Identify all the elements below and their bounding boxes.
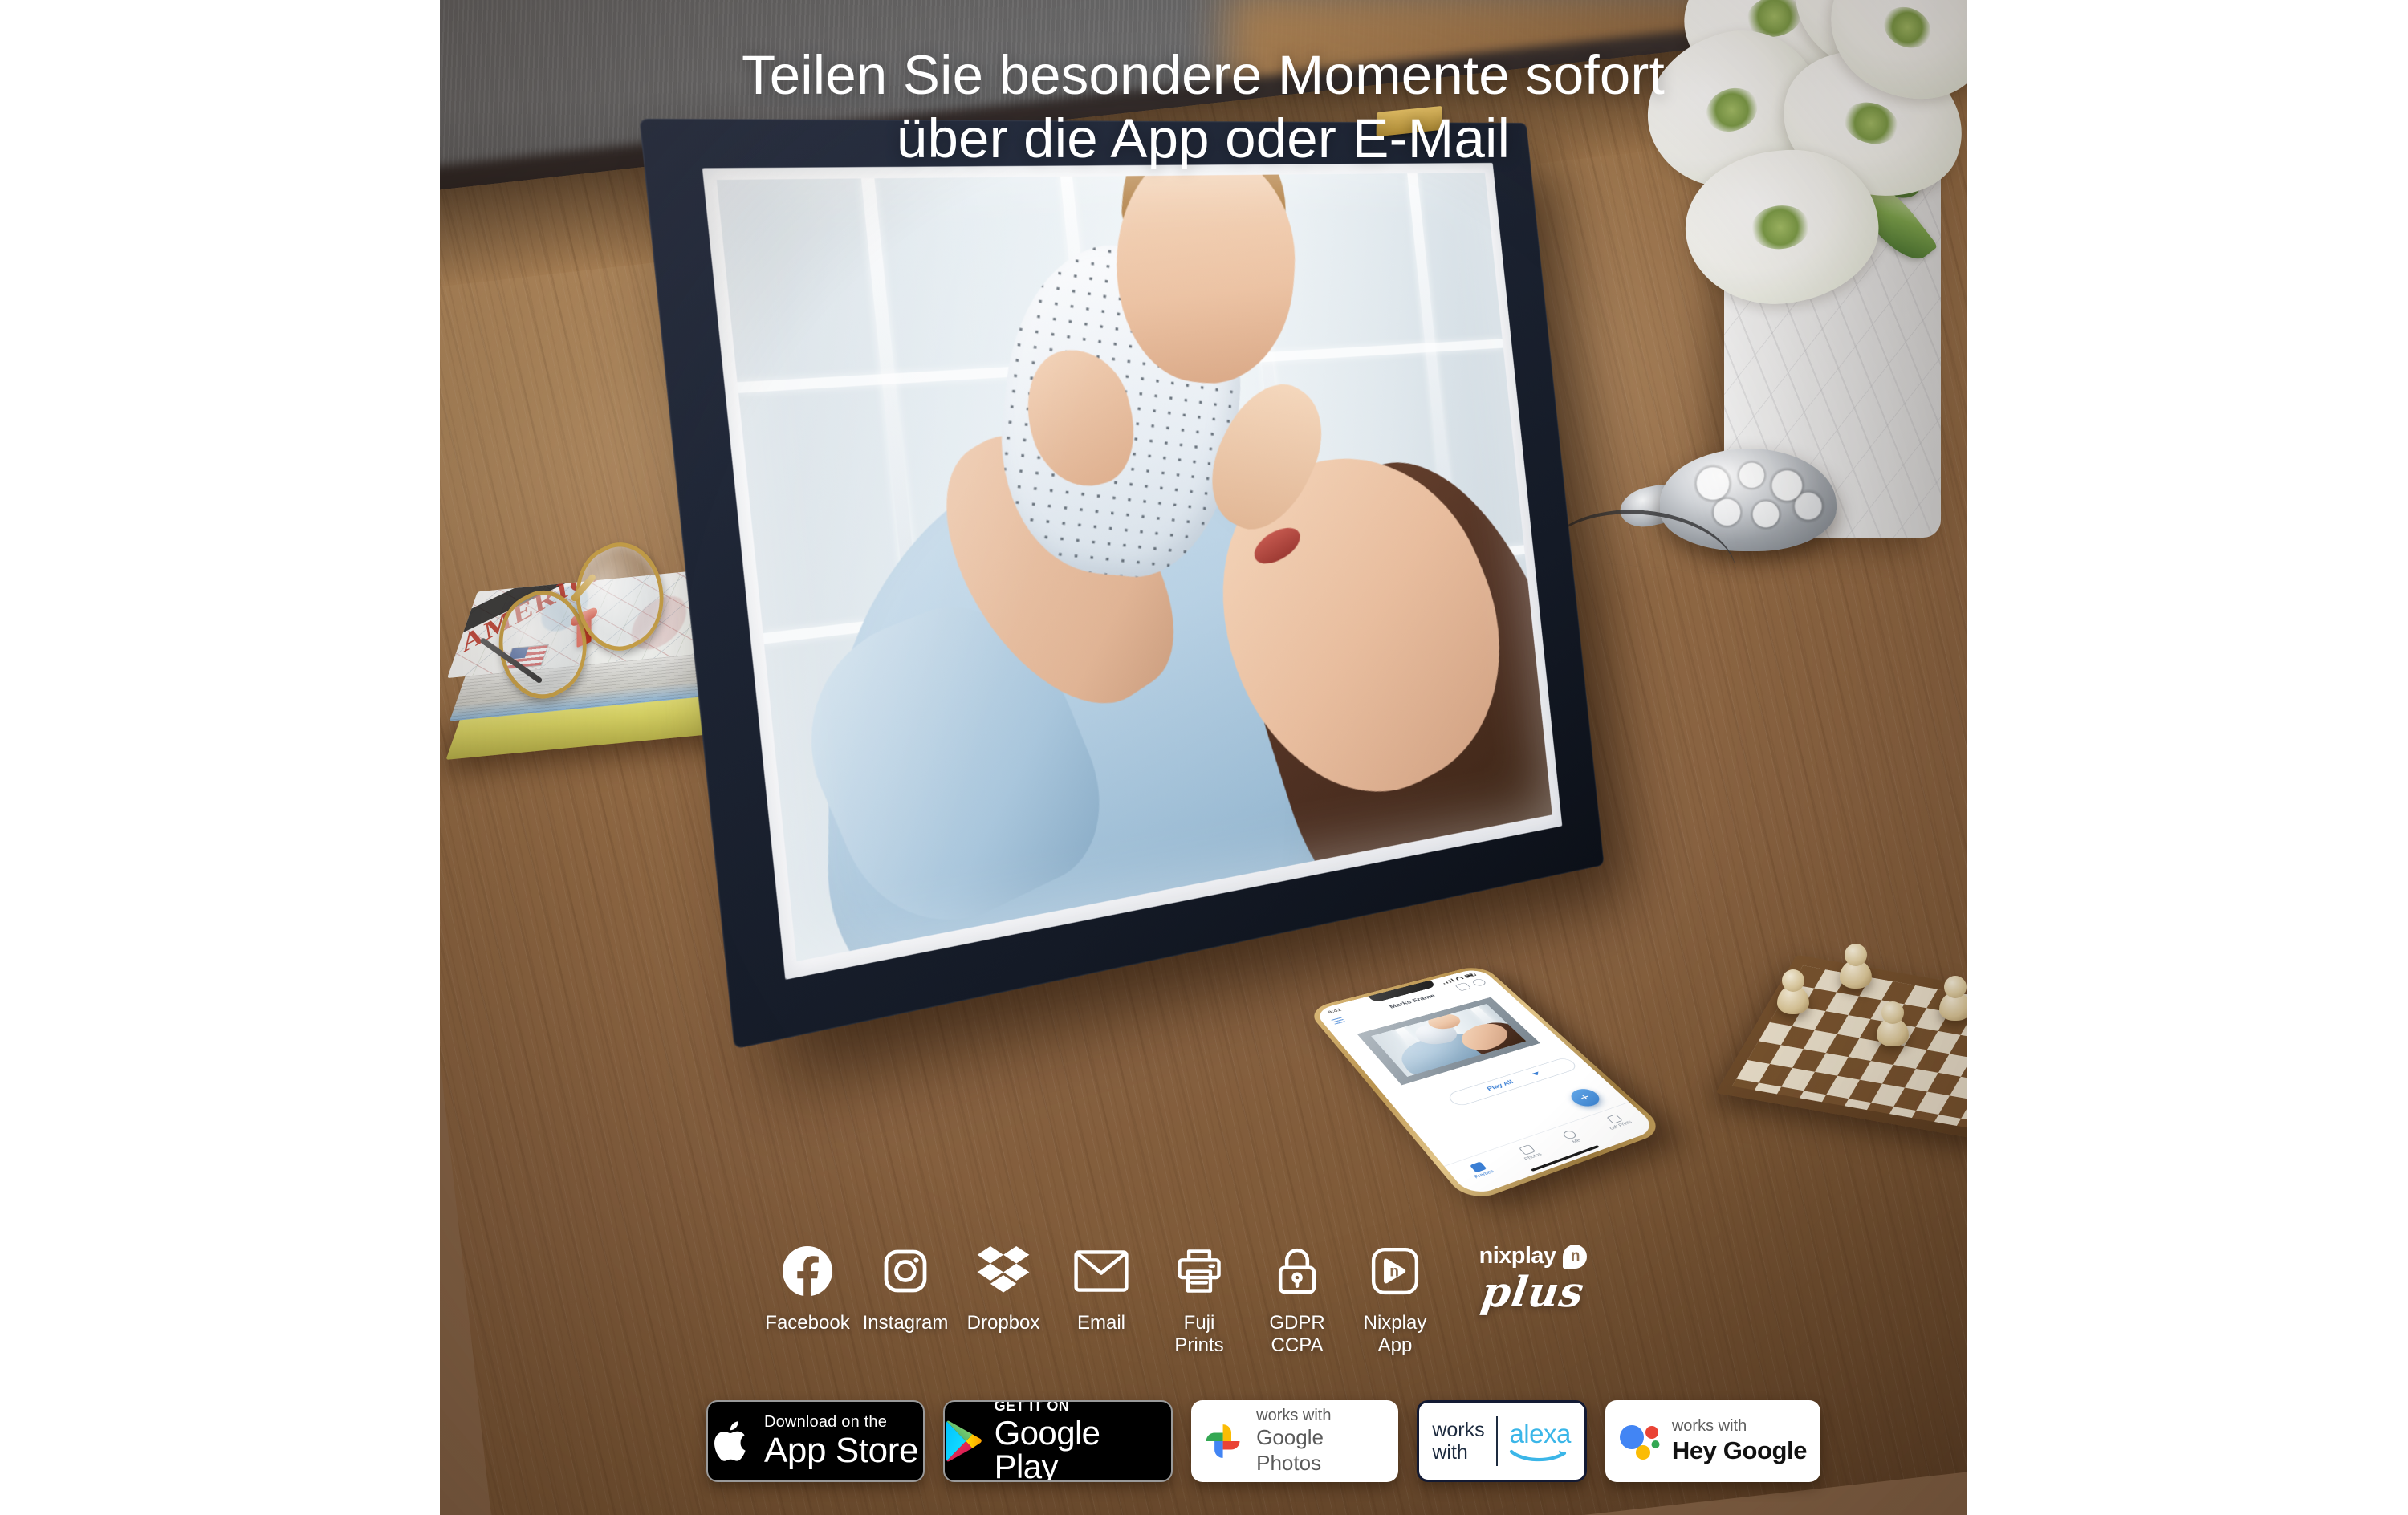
printer-icon: [1174, 1241, 1224, 1301]
flower-core: [1749, 203, 1812, 252]
app-store-badge[interactable]: Download on the App Store: [706, 1400, 925, 1482]
chess-piece-head: [1944, 976, 1967, 998]
nixplay-wordmark-text: nixplay: [1479, 1243, 1556, 1269]
instagram-icon: [881, 1241, 929, 1301]
lock-icon: [1275, 1241, 1319, 1301]
chevron-down-icon: [1531, 1071, 1541, 1077]
integration-label-line2: CCPA: [1271, 1334, 1324, 1357]
page-title: Teilen Sie besondere Momente sofort über…: [440, 43, 1967, 171]
integrations-row: Facebook Instagram Dropbox Email Fuji Pr…: [440, 1241, 1967, 1358]
google-play-badge[interactable]: GET IT ON Google Play: [943, 1400, 1173, 1482]
integration-label-line1: Fuji: [1183, 1312, 1215, 1334]
store-badges-row: Download on the App Store GET IT ON Goog…: [440, 1400, 1967, 1482]
integration-label-line2: Prints: [1174, 1334, 1224, 1357]
chess-piece: [1877, 1001, 1909, 1046]
nixplay-n-badge-icon: n: [1563, 1244, 1588, 1269]
hey-google-line1: works with: [1671, 1416, 1747, 1435]
tab-me[interactable]: Me: [1561, 1129, 1583, 1144]
tab-photos[interactable]: Photos: [1515, 1143, 1543, 1161]
integration-label: GDPR CCPA: [1269, 1312, 1324, 1358]
cellular-signal-icon: [1441, 978, 1455, 985]
integration-dropbox[interactable]: Dropbox: [954, 1241, 1052, 1334]
app-store-line1: Download on the: [763, 1413, 888, 1431]
integration-label-line1: GDPR: [1269, 1312, 1325, 1334]
headline-line-1: Teilen Sie besondere Momente sofort: [742, 44, 1665, 106]
hey-google-text: works with Hey Google: [1671, 1416, 1808, 1465]
badge-divider: [1495, 1416, 1498, 1466]
plus-icon: +: [1576, 1091, 1595, 1104]
integration-label: Instagram: [862, 1312, 949, 1334]
phone-clock: 9:41: [1326, 1007, 1343, 1015]
integration-label-line2: App: [1377, 1334, 1413, 1357]
integration-label-line1: Nixplay: [1363, 1312, 1427, 1334]
integration-label: Nixplay App: [1364, 1312, 1427, 1358]
chess-piece: [1777, 969, 1809, 1014]
dropbox-icon: [977, 1241, 1030, 1301]
apple-icon: [714, 1421, 746, 1461]
google-play-text: GET IT ON Google Play: [994, 1400, 1171, 1482]
integration-gdpr-ccpa[interactable]: GDPR CCPA: [1248, 1241, 1346, 1358]
frame-preview-image: [1371, 1004, 1527, 1077]
chess-piece: [1840, 944, 1872, 989]
nixplay-plus-logo: nixplay n plus: [1457, 1241, 1609, 1317]
integration-facebook[interactable]: Facebook: [759, 1241, 856, 1334]
google-photos-text: works with Google Photos: [1256, 1406, 1387, 1476]
app-store-line2: App Store: [763, 1431, 919, 1470]
alexa-line2: with: [1432, 1441, 1468, 1464]
chess-piece-head: [1845, 944, 1867, 966]
facebook-icon: [783, 1241, 832, 1301]
svg-text:n: n: [1389, 1264, 1399, 1281]
google-assistant-icon: [1619, 1425, 1660, 1460]
integration-label: Fuji Prints: [1174, 1312, 1223, 1358]
wooden-chess-set: [1715, 923, 1967, 1164]
app-store-text: Download on the App Store: [764, 1414, 918, 1468]
works-with-hey-google-badge[interactable]: works with Hey Google: [1605, 1400, 1820, 1482]
integration-fuji-prints[interactable]: Fuji Prints: [1150, 1241, 1248, 1358]
hey-google-line2: Hey Google: [1671, 1436, 1808, 1464]
integration-label: Dropbox: [966, 1312, 1040, 1334]
wifi-icon: [1454, 976, 1463, 980]
google-photos-badge[interactable]: works with Google Photos: [1191, 1400, 1398, 1482]
preview-photo: [1371, 1004, 1527, 1077]
play-all-label: Play All: [1485, 1078, 1515, 1092]
digital-photo-frame: [639, 105, 1605, 1050]
google-play-icon: [946, 1420, 982, 1462]
chess-piece: [1939, 976, 1967, 1021]
tab-frames[interactable]: Frames: [1466, 1160, 1495, 1180]
alexa-line1: works: [1432, 1419, 1485, 1441]
google-play-line2: Google Play: [994, 1414, 1100, 1482]
chess-piece-head: [1782, 969, 1804, 992]
add-button[interactable]: +: [1565, 1086, 1605, 1110]
alexa-wordmark: alexa: [1509, 1418, 1571, 1448]
chess-piece-head: [1881, 1001, 1904, 1024]
email-icon: [1074, 1241, 1129, 1301]
poster-canvas: AMERICA: [0, 0, 2408, 1515]
integration-label: Facebook: [765, 1312, 850, 1334]
tab-gift-prints[interactable]: Gift Prints: [1601, 1112, 1633, 1131]
integration-instagram[interactable]: Instagram: [856, 1241, 954, 1334]
tab-me-label: Me: [1571, 1138, 1582, 1144]
chess-squares: [1731, 965, 1967, 1129]
google-play-line1: GET IT ON: [994, 1400, 1070, 1414]
integration-email[interactable]: Email: [1052, 1241, 1150, 1334]
integration-label: Email: [1076, 1312, 1125, 1334]
integration-nixplay-app[interactable]: n Nixplay App: [1346, 1241, 1444, 1358]
amazon-smile-icon: [1509, 1449, 1566, 1461]
nixplay-wordmark: nixplay n: [1479, 1243, 1588, 1269]
google-photos-line1: works with: [1256, 1407, 1332, 1425]
headline-line-2: über die App oder E-Mail: [896, 108, 1511, 170]
nixplay-plus-script: plus: [1479, 1268, 1588, 1317]
nixplay-app-icon: n: [1370, 1241, 1420, 1301]
battery-icon: [1463, 973, 1477, 978]
google-photos-icon: [1206, 1424, 1240, 1458]
works-with-alexa-badge[interactable]: works with alexa: [1417, 1400, 1587, 1482]
product-photograph: AMERICA: [440, 0, 1967, 1515]
alexa-logo: alexa: [1509, 1420, 1572, 1463]
google-photos-line2: Google Photos: [1256, 1425, 1324, 1476]
alexa-works-with-text: works with: [1432, 1419, 1484, 1464]
